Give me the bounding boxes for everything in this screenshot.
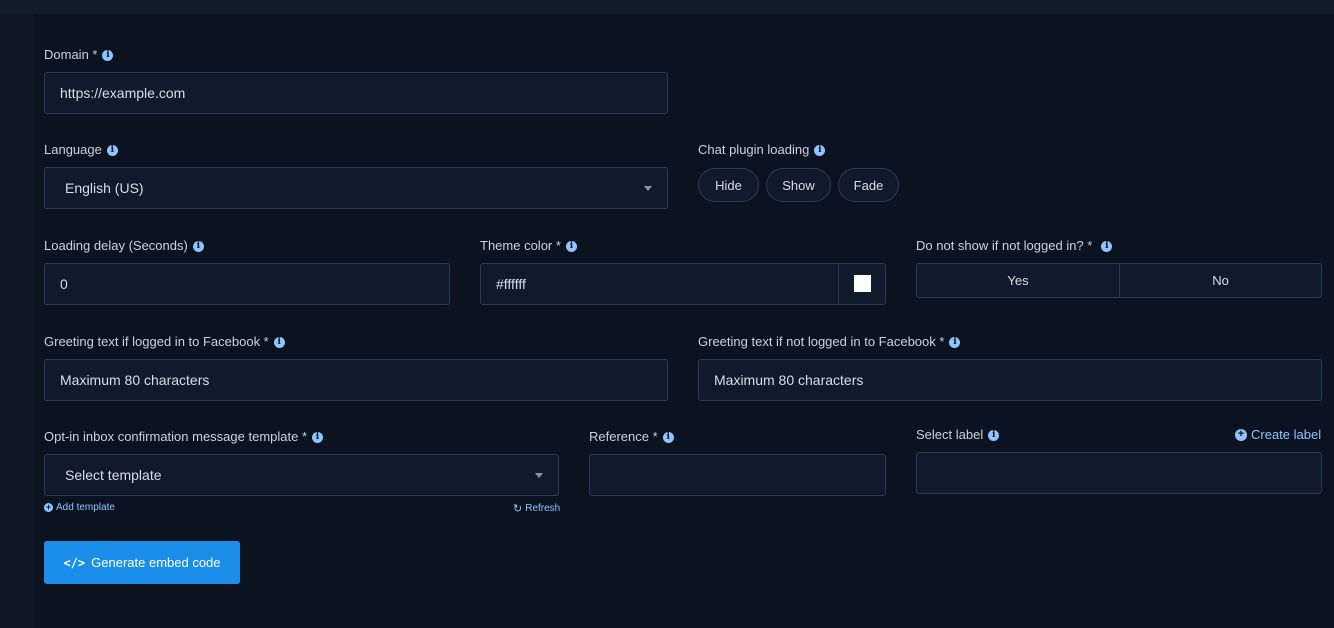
chat-plugin-show-button[interactable]: Show <box>766 168 831 202</box>
theme-color-input[interactable]: #ffffff <box>480 263 886 305</box>
code-icon: </> <box>63 555 86 570</box>
no-label: No <box>1212 273 1229 288</box>
theme-color-label-text: Theme color * <box>480 238 561 253</box>
loading-delay-label-text: Loading delay (Seconds) <box>44 238 188 253</box>
yes-label: Yes <box>1007 273 1029 288</box>
chat-plugin-fade-button[interactable]: Fade <box>838 168 899 202</box>
domain-label: Domain * i <box>44 47 114 63</box>
greeting-not-logged-label: Greeting text if not logged in to Facebo… <box>698 334 961 350</box>
info-icon[interactable]: i <box>1101 240 1113 252</box>
refresh-icon: ↻ <box>513 503 523 515</box>
greeting-logged-label: Greeting text if logged in to Facebook *… <box>44 334 285 350</box>
domain-input[interactable]: https://example.com <box>44 72 668 114</box>
theme-color-label: Theme color * i <box>480 238 577 254</box>
info-icon[interactable]: i <box>106 144 118 156</box>
loading-delay-value: 0 <box>60 276 68 292</box>
add-template-text: Add template <box>56 502 115 513</box>
info-icon[interactable]: i <box>814 144 826 156</box>
info-icon[interactable]: i <box>192 240 204 252</box>
top-strip <box>0 0 1334 14</box>
show-label: Show <box>782 177 815 193</box>
chat-plugin-hide-button[interactable]: Hide <box>698 168 759 202</box>
greeting-logged-input[interactable]: Maximum 80 characters <box>44 359 668 401</box>
loading-delay-label: Loading delay (Seconds) i <box>44 238 204 254</box>
greeting-not-logged-label-text: Greeting text if not logged in to Facebo… <box>698 334 945 349</box>
optin-label-text: Opt-in inbox confirmation message templa… <box>44 429 308 444</box>
info-icon[interactable]: i <box>988 429 1000 441</box>
greeting-logged-placeholder: Maximum 80 characters <box>60 372 210 388</box>
optin-label: Opt-in inbox confirmation message templa… <box>44 429 324 445</box>
generate-embed-code-button[interactable]: </> Generate embed code <box>44 541 240 584</box>
chevron-down-icon <box>535 473 543 478</box>
domain-label-text: Domain * <box>44 47 98 62</box>
reference-input[interactable] <box>589 454 886 496</box>
not-logged-label: Do not show if not logged in? * i <box>916 238 1113 254</box>
embed-form-panel: Domain * i https://example.com Language … <box>34 14 1334 628</box>
greeting-not-logged-input[interactable]: Maximum 80 characters <box>698 359 1322 401</box>
language-selected-value: English (US) <box>65 180 144 196</box>
info-icon[interactable]: i <box>662 431 674 443</box>
reference-label-text: Reference * <box>589 429 658 444</box>
create-label-link[interactable]: + Create label <box>1235 427 1321 442</box>
info-icon[interactable]: i <box>102 49 114 61</box>
not-logged-no-button[interactable]: No <box>1119 263 1322 298</box>
info-icon[interactable]: i <box>949 336 961 348</box>
domain-value: https://example.com <box>60 85 186 101</box>
plus-circle-icon: + <box>1235 428 1247 441</box>
greeting-logged-label-text: Greeting text if logged in to Facebook * <box>44 334 269 349</box>
chat-plugin-label-text: Chat plugin loading <box>698 142 810 157</box>
optin-template-select[interactable]: Select template <box>44 454 559 496</box>
generate-button-label: Generate embed code <box>91 555 221 570</box>
not-logged-label-text: Do not show if not logged in? * <box>916 238 1093 253</box>
info-icon[interactable]: i <box>312 431 324 443</box>
language-label-text: Language <box>44 142 102 157</box>
color-picker-button[interactable] <box>838 263 886 305</box>
theme-color-value: #ffffff <box>496 276 526 292</box>
info-icon[interactable]: i <box>565 240 577 252</box>
info-icon[interactable]: i <box>273 336 285 348</box>
fade-label: Fade <box>853 177 884 193</box>
plus-circle-icon: + <box>44 502 53 512</box>
chevron-down-icon <box>644 186 652 191</box>
color-swatch <box>854 275 871 292</box>
language-select[interactable]: English (US) <box>44 167 668 209</box>
refresh-link[interactable]: ↻ Refresh <box>513 502 560 515</box>
reference-label: Reference * i <box>589 429 674 445</box>
optin-selected-value: Select template <box>65 467 162 483</box>
create-label-text: Create label <box>1251 427 1322 442</box>
loading-delay-input[interactable]: 0 <box>44 263 450 305</box>
chat-plugin-label: Chat plugin loading i <box>698 142 826 158</box>
select-label-label-text: Select label <box>916 427 984 442</box>
language-label: Language i <box>44 142 118 158</box>
add-template-link[interactable]: + Add template <box>44 502 115 513</box>
greeting-not-logged-placeholder: Maximum 80 characters <box>714 372 864 388</box>
select-label-input[interactable] <box>916 452 1322 494</box>
hide-label: Hide <box>715 177 742 193</box>
not-logged-yes-button[interactable]: Yes <box>916 263 1120 298</box>
refresh-text: Refresh <box>525 503 561 514</box>
select-label-label: Select label i <box>916 427 1000 443</box>
